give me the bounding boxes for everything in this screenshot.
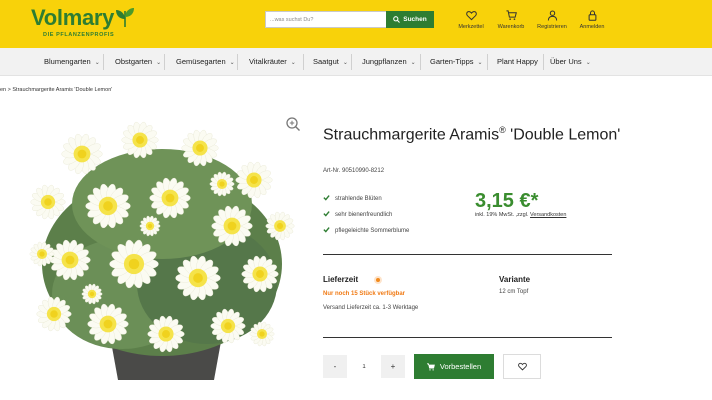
login-link[interactable]: Anmelden — [576, 10, 608, 30]
nav-label: Über Uns — [550, 57, 582, 66]
product-title: Strauchmargerite Aramis® 'Double Lemon' — [323, 119, 623, 146]
delivery-label: Lieferzeit — [323, 275, 359, 284]
price-note: inkl. 19% MwSt. ,zzgl. Versandkosten — [475, 212, 566, 218]
cart-label: Warenkorb — [497, 24, 525, 30]
chevron-down-icon: ⌄ — [290, 60, 296, 66]
nav-label: Saatgut — [313, 57, 339, 66]
nav-item-saatgut[interactable]: Saatgut ⌄ — [313, 57, 348, 66]
header: Volmary DIE PFLANZENPROFIS Suchen Merkze… — [0, 0, 712, 48]
login-label: Anmelden — [579, 24, 605, 30]
variant-label: Variante — [499, 275, 531, 284]
nav-label: Obstgarten — [115, 57, 153, 66]
chevron-down-icon: ⌄ — [410, 60, 416, 66]
nav-item-plant-happy[interactable]: Plant Happy — [497, 57, 538, 66]
divider — [323, 337, 612, 338]
nav-item-vitalkraeuter[interactable]: Vitalkräuter ⌄ — [249, 57, 296, 66]
quantity-input[interactable] — [347, 355, 381, 378]
register-label: Registrieren — [537, 24, 567, 30]
quantity-increase-button[interactable]: + — [381, 355, 405, 378]
search-input[interactable] — [265, 11, 386, 28]
feature-item: sehr bienenfreundlich — [323, 210, 392, 218]
check-icon — [323, 211, 330, 217]
cart-link[interactable]: Warenkorb — [495, 10, 527, 30]
title-main: Strauchmargerite Aramis — [323, 126, 500, 144]
feature-item: pflegeleichte Sommerblume — [323, 226, 409, 234]
user-icon — [547, 10, 557, 21]
feature-text: pflegeleichte Sommerblume — [335, 228, 410, 234]
tax-note: inkl. 19% MwSt. ,zzgl. — [475, 212, 531, 218]
preorder-label: Vorbestellen — [439, 362, 482, 371]
article-number: Art-Nr. 90510990-8212 — [323, 168, 385, 174]
cart-icon — [426, 362, 435, 371]
chevron-down-icon: ⌄ — [94, 60, 100, 66]
chevron-down-icon: ⌄ — [156, 60, 162, 66]
zoom-icon[interactable] — [285, 116, 301, 132]
check-icon — [323, 227, 330, 233]
availability-dot — [376, 278, 380, 282]
nav-divider — [420, 54, 421, 70]
check-icon — [323, 195, 330, 201]
nav-divider — [543, 54, 544, 70]
leaf-icon — [116, 8, 134, 28]
nav-label: Jungpflanzen — [362, 57, 407, 66]
logo-tagline: DIE PFLANZENPROFIS — [43, 32, 115, 38]
wishlist-label: Merkzettel — [458, 24, 484, 30]
flower-pot-image — [29, 121, 295, 380]
nav-divider — [351, 54, 352, 70]
register-link[interactable]: Registrieren — [536, 10, 568, 30]
chevron-down-icon: ⌄ — [585, 60, 591, 66]
product-price: 3,15 €* — [475, 190, 539, 212]
wishlist-link[interactable]: Merkzettel — [455, 10, 487, 30]
logo[interactable]: Volmary DIE PFLANZENPROFIS — [31, 5, 135, 39]
nav-item-blumengarten[interactable]: Blumengarten ⌄ — [44, 57, 100, 66]
registered-mark: ® — [499, 125, 506, 135]
nav-label: Blumengarten — [44, 57, 91, 66]
chevron-down-icon: ⌄ — [477, 60, 483, 66]
quantity-decrease-button[interactable]: - — [323, 355, 347, 378]
nav-divider — [164, 54, 165, 70]
preorder-button[interactable]: Vorbestellen — [414, 354, 494, 379]
nav-label: Garten-Tipps — [430, 57, 474, 66]
title-variety: 'Double Lemon' — [505, 126, 621, 144]
header-actions: Merkzettel Warenkorb Registrieren Anmeld… — [455, 10, 615, 34]
feature-text: strahlende Blüten — [335, 196, 382, 202]
variant-value[interactable]: 12 cm Topf — [499, 289, 528, 295]
breadcrumb[interactable]: en > Strauchmargerite Aramis 'Double Lem… — [0, 87, 112, 93]
chevron-down-icon: ⌄ — [342, 60, 348, 66]
heart-icon — [465, 11, 477, 21]
nav-label: Plant Happy — [497, 57, 538, 66]
search-icon — [393, 16, 401, 23]
nav-label: Vitalkräuter — [249, 57, 287, 66]
main-nav: Blumengarten ⌄ Obstgarten ⌄ Gemüsegarten ⌄ … — [0, 48, 712, 76]
shipping-costs-link[interactable]: Versandkosten — [530, 212, 566, 218]
stock-note: Nur noch 15 Stück verfügbar — [323, 291, 406, 297]
search-bar: Suchen — [265, 11, 434, 28]
nav-divider — [103, 54, 104, 70]
lock-icon — [588, 10, 596, 21]
add-to-wishlist-button[interactable] — [503, 354, 541, 379]
nav-item-jungpflanzen[interactable]: Jungpflanzen ⌄ — [362, 57, 416, 66]
nav-item-obstgarten[interactable]: Obstgarten ⌄ — [115, 57, 161, 66]
chevron-down-icon: ⌄ — [229, 60, 235, 66]
nav-item-gemuesegarten[interactable]: Gemüsegarten ⌄ — [176, 57, 235, 66]
nav-divider — [303, 54, 304, 70]
search-button-label: Suchen — [403, 16, 427, 23]
daisy-flower — [30, 184, 66, 220]
search-button[interactable]: Suchen — [386, 11, 434, 28]
heart-icon — [517, 362, 527, 371]
shipping-time: Versand Lieferzeit ca. 1-3 Werktage — [323, 305, 419, 311]
cart-icon — [505, 10, 517, 20]
feature-item: strahlende Blüten — [323, 194, 382, 202]
nav-item-ueber-uns[interactable]: Über Uns ⌄ — [550, 57, 591, 66]
nav-label: Gemüsegarten — [176, 57, 226, 66]
feature-text: sehr bienenfreundlich — [335, 212, 393, 218]
nav-item-garten-tipps[interactable]: Garten-Tipps ⌄ — [430, 57, 483, 66]
product-image[interactable] — [22, 114, 312, 386]
divider — [323, 254, 612, 255]
nav-divider — [237, 54, 238, 70]
nav-divider — [487, 54, 488, 70]
logo-text: Volmary — [31, 5, 115, 30]
